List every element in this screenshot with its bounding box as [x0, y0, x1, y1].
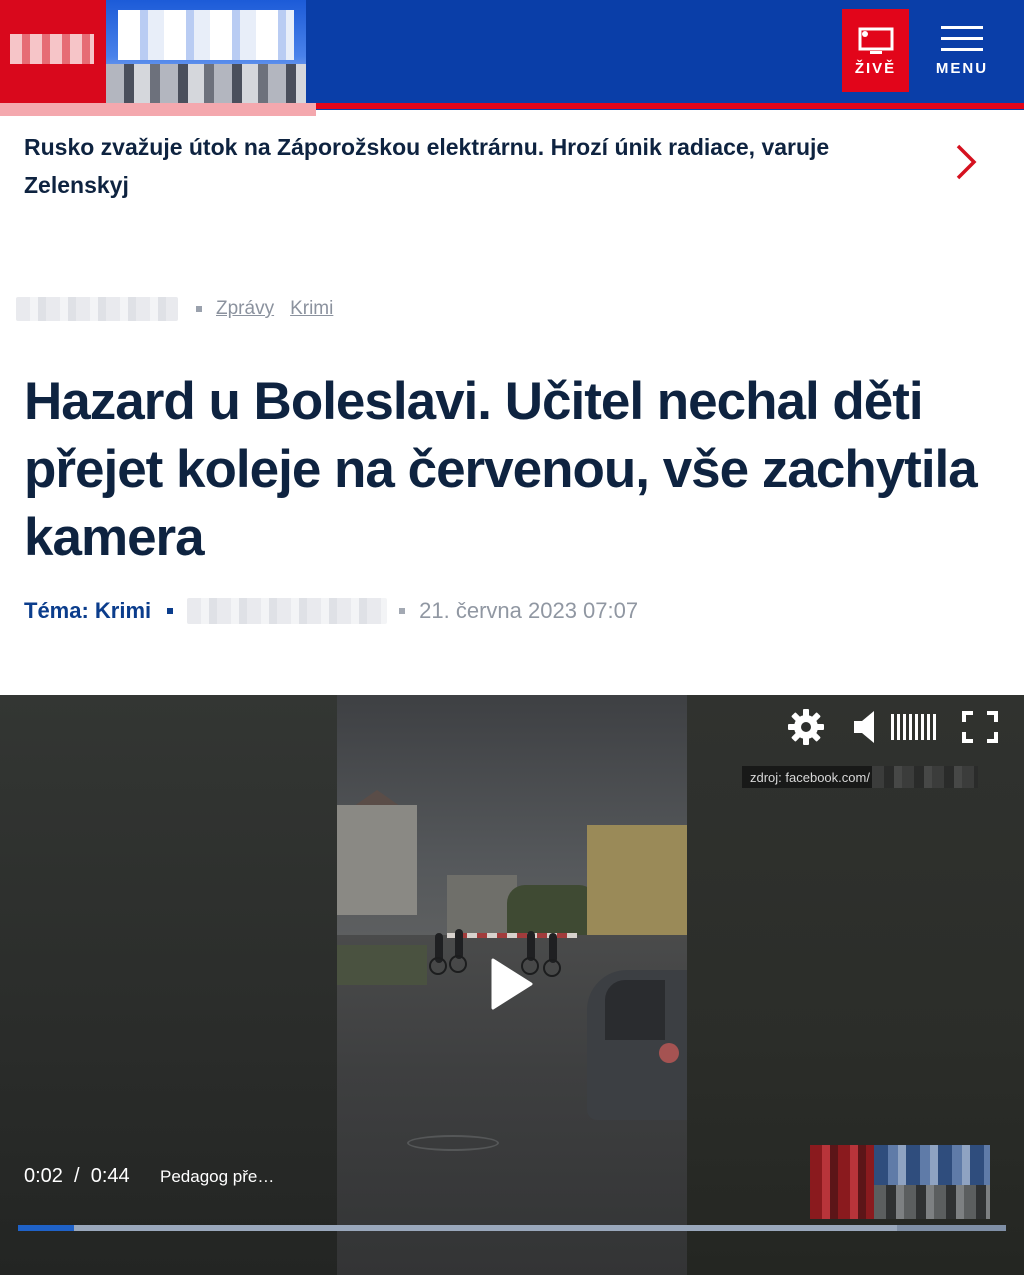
hamburger-icon — [941, 26, 983, 51]
video-title: Pedagog pře… — [160, 1167, 275, 1186]
player-top-controls — [786, 707, 998, 752]
breaking-news-link[interactable]: Rusko zvažuje útok na Záporožskou elektr… — [0, 116, 1024, 216]
progress-buffered — [18, 1225, 898, 1231]
site-logo[interactable] — [0, 0, 316, 116]
meta-separator — [399, 608, 406, 614]
cnn-logo-part — [0, 0, 106, 103]
prima-logo-part — [106, 0, 306, 106]
article-meta: Téma: Krimi 21. června 2023 07:07 — [24, 596, 638, 626]
channel-watermark-logo — [810, 1145, 990, 1219]
live-tv-button[interactable]: ŽIVĚ — [842, 9, 909, 92]
volume-level-bars[interactable] — [890, 712, 938, 747]
video-progress-bar[interactable] — [18, 1225, 1006, 1231]
video-time: 0:02 / 0:44 — [24, 1165, 130, 1187]
source-prefix: zdroj: facebook.com/ — [750, 769, 870, 785]
fullscreen-icon[interactable] — [962, 711, 998, 748]
tv-icon — [858, 27, 893, 54]
breadcrumb-separator — [196, 306, 202, 312]
video-blur-side-left — [0, 695, 338, 1275]
video-player[interactable]: zdroj: facebook.com/ 0:02 / 0:44 Pedagog… — [0, 695, 1024, 1275]
publish-date: 21. června 2023 07:07 — [419, 598, 639, 623]
play-icon[interactable] — [491, 956, 533, 1012]
breadcrumb-item-zpravy[interactable]: Zprávy — [216, 298, 274, 320]
settings-gear-icon[interactable] — [786, 707, 826, 752]
source-handle-redacted — [871, 766, 978, 788]
menu-label: MENU — [935, 60, 989, 77]
breadcrumb-home-link[interactable] — [16, 297, 178, 321]
author-name[interactable] — [187, 598, 388, 624]
live-label: ŽIVĚ — [854, 60, 897, 77]
article-title: Hazard u Boleslavi. Učitel nechal děti p… — [24, 372, 978, 567]
breadcrumb-item-krimi[interactable]: Krimi — [290, 298, 333, 320]
menu-button[interactable]: MENU — [922, 18, 1002, 88]
topic-link[interactable]: Téma: Krimi — [24, 598, 151, 624]
breadcrumb: Zprávy Krimi — [16, 296, 349, 322]
video-source-label: zdroj: facebook.com/ — [742, 766, 978, 788]
chevron-right-icon — [956, 144, 977, 180]
progress-played — [18, 1225, 75, 1231]
meta-separator — [167, 608, 174, 614]
logo-underline — [0, 103, 316, 116]
volume-icon[interactable] — [852, 709, 878, 750]
breaking-news-text: Rusko zvažuje útok na Záporožskou elektr… — [24, 134, 830, 198]
